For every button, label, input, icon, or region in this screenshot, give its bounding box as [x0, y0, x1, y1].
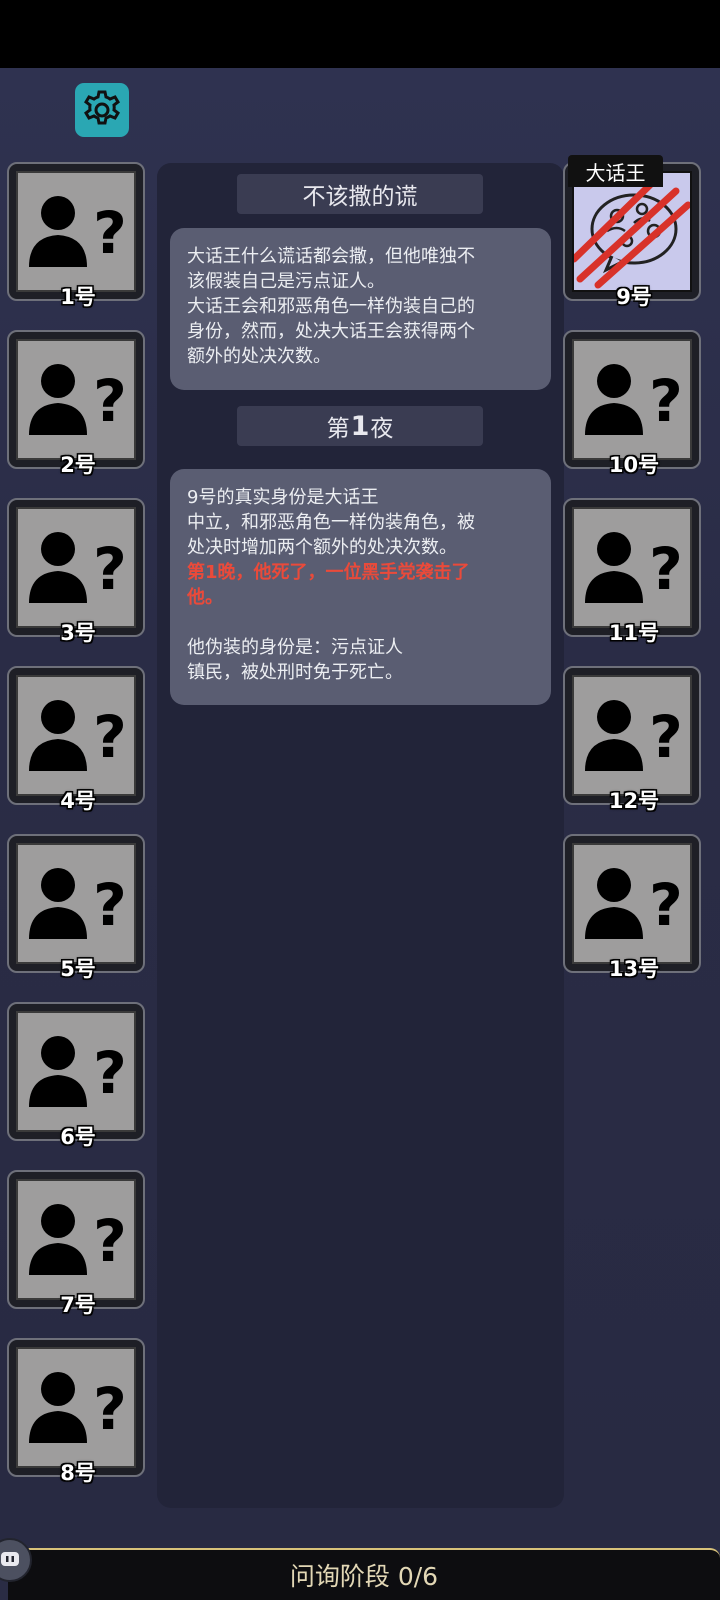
unknown-player-icon: ? [26, 523, 130, 626]
unknown-player-portrait: ? [16, 171, 136, 292]
phase-text: 问询阶段 0/6 [289, 1562, 439, 1591]
svg-text:?: ? [93, 199, 127, 267]
unknown-player-portrait: ? [16, 1011, 136, 1132]
player-number-label: 6号 [60, 1125, 96, 1149]
night-title: 第1夜 [237, 406, 483, 446]
role-intro-line: 大话王什么谎话都会撒，但他唯独不 [187, 246, 475, 267]
player-number-label: 4号 [60, 789, 96, 813]
player-card[interactable]: ? 13号 [563, 834, 701, 981]
svg-text:?: ? [649, 703, 683, 771]
status-bar [0, 0, 720, 68]
player-card[interactable]: ? 10号 [563, 330, 701, 477]
revealed-role-portrait [572, 171, 692, 292]
player-number-label: 8号 [60, 1461, 96, 1485]
unknown-player-icon: ? [582, 523, 686, 626]
unknown-player-icon: ? [26, 691, 130, 794]
night-log-box: 9号的真实身份是大话王 中立，和邪恶角色一样伪装角色，被 处决时增加两个额外的处… [170, 469, 551, 705]
unknown-player-icon: ? [582, 355, 686, 458]
svg-text:?: ? [93, 1039, 127, 1107]
unknown-player-icon: ? [582, 859, 686, 962]
log-line: 9号的真实身份是大话王 [187, 487, 379, 508]
player-number-label: 5号 [60, 957, 96, 981]
log-line: 镇民，被处刑时免于死亡。 [187, 662, 403, 683]
liar-role-icon [574, 173, 690, 290]
unknown-player-icon: ? [26, 859, 130, 962]
player-card[interactable]: ? 1号 [7, 162, 145, 309]
unknown-player-portrait: ? [572, 675, 692, 796]
chat-icon [1, 1552, 19, 1566]
player-card[interactable]: ? 5号 [7, 834, 145, 981]
svg-text:?: ? [649, 535, 683, 603]
player-number-label: 12号 [608, 789, 660, 813]
night-title-prefix: 第 [326, 416, 350, 442]
player-number-label: 11号 [608, 621, 660, 645]
role-intro-title: 不该撒的谎 [237, 174, 483, 214]
svg-text:?: ? [649, 367, 683, 435]
svg-text:?: ? [93, 535, 127, 603]
unknown-player-portrait: ? [16, 1347, 136, 1468]
death-log-line: 第1晚，他死了，一位黑手党袭击了 [187, 562, 470, 583]
player-card[interactable]: ? 7号 [7, 1170, 145, 1317]
role-intro-line: 额外的处决次数。 [187, 346, 331, 367]
unknown-player-portrait: ? [16, 507, 136, 628]
svg-text:?: ? [649, 871, 683, 939]
night-title-suffix: 夜 [370, 416, 394, 442]
svg-text:?: ? [93, 871, 127, 939]
unknown-player-icon: ? [26, 1027, 130, 1130]
player-number-label: 10号 [608, 453, 660, 477]
player-number-label: 2号 [60, 453, 96, 477]
role-intro-line: 身份，然而，处决大话王会获得两个 [187, 321, 475, 342]
unknown-player-portrait: ? [572, 507, 692, 628]
role-intro-box: 大话王什么谎话都会撒，但他唯独不 该假装自己是污点证人。 大话王会和邪恶角色一样… [170, 228, 551, 390]
unknown-player-portrait: ? [16, 1179, 136, 1300]
player-number-label: 3号 [60, 621, 96, 645]
log-line: 他伪装的身份是：污点证人 [187, 637, 403, 658]
player-card[interactable]: ? 2号 [7, 330, 145, 477]
unknown-player-portrait: ? [572, 339, 692, 460]
role-intro-line: 该假装自己是污点证人。 [187, 271, 385, 292]
role-badge: 大话王 [568, 155, 663, 187]
player-card[interactable]: ? 12号 [563, 666, 701, 813]
player-number-label: 13号 [608, 957, 660, 981]
player-card[interactable]: ? 11号 [563, 498, 701, 645]
log-spacer [187, 610, 535, 635]
unknown-player-icon: ? [26, 1363, 130, 1466]
settings-button[interactable] [75, 83, 129, 137]
player-card[interactable]: ? 6号 [7, 1002, 145, 1149]
unknown-player-portrait: ? [16, 339, 136, 460]
player-card[interactable]: ? 3号 [7, 498, 145, 645]
player-number-label: 1号 [60, 285, 96, 309]
gear-icon [84, 90, 120, 125]
player-number-label: 9号 [616, 285, 652, 309]
unknown-player-icon: ? [582, 691, 686, 794]
unknown-player-icon: ? [26, 187, 130, 290]
log-line: 处决时增加两个额外的处决次数。 [187, 537, 457, 558]
unknown-player-icon: ? [26, 1195, 130, 1298]
phase-bar: 问询阶段 0/6 [8, 1548, 720, 1600]
svg-text:?: ? [93, 1375, 127, 1443]
death-log-line: 他。 [187, 587, 223, 608]
unknown-player-portrait: ? [16, 843, 136, 964]
unknown-player-icon: ? [26, 355, 130, 458]
player-number-label: 7号 [60, 1293, 96, 1317]
role-intro-line: 大话王会和邪恶角色一样伪装自己的 [187, 296, 475, 317]
player-card[interactable]: ? 4号 [7, 666, 145, 813]
svg-text:?: ? [93, 367, 127, 435]
unknown-player-portrait: ? [572, 843, 692, 964]
svg-text:?: ? [93, 703, 127, 771]
night-number: 1 [350, 410, 370, 442]
svg-text:?: ? [93, 1207, 127, 1275]
unknown-player-portrait: ? [16, 675, 136, 796]
log-line: 中立，和邪恶角色一样伪装角色，被 [187, 512, 475, 533]
player-card[interactable]: ? 8号 [7, 1338, 145, 1485]
